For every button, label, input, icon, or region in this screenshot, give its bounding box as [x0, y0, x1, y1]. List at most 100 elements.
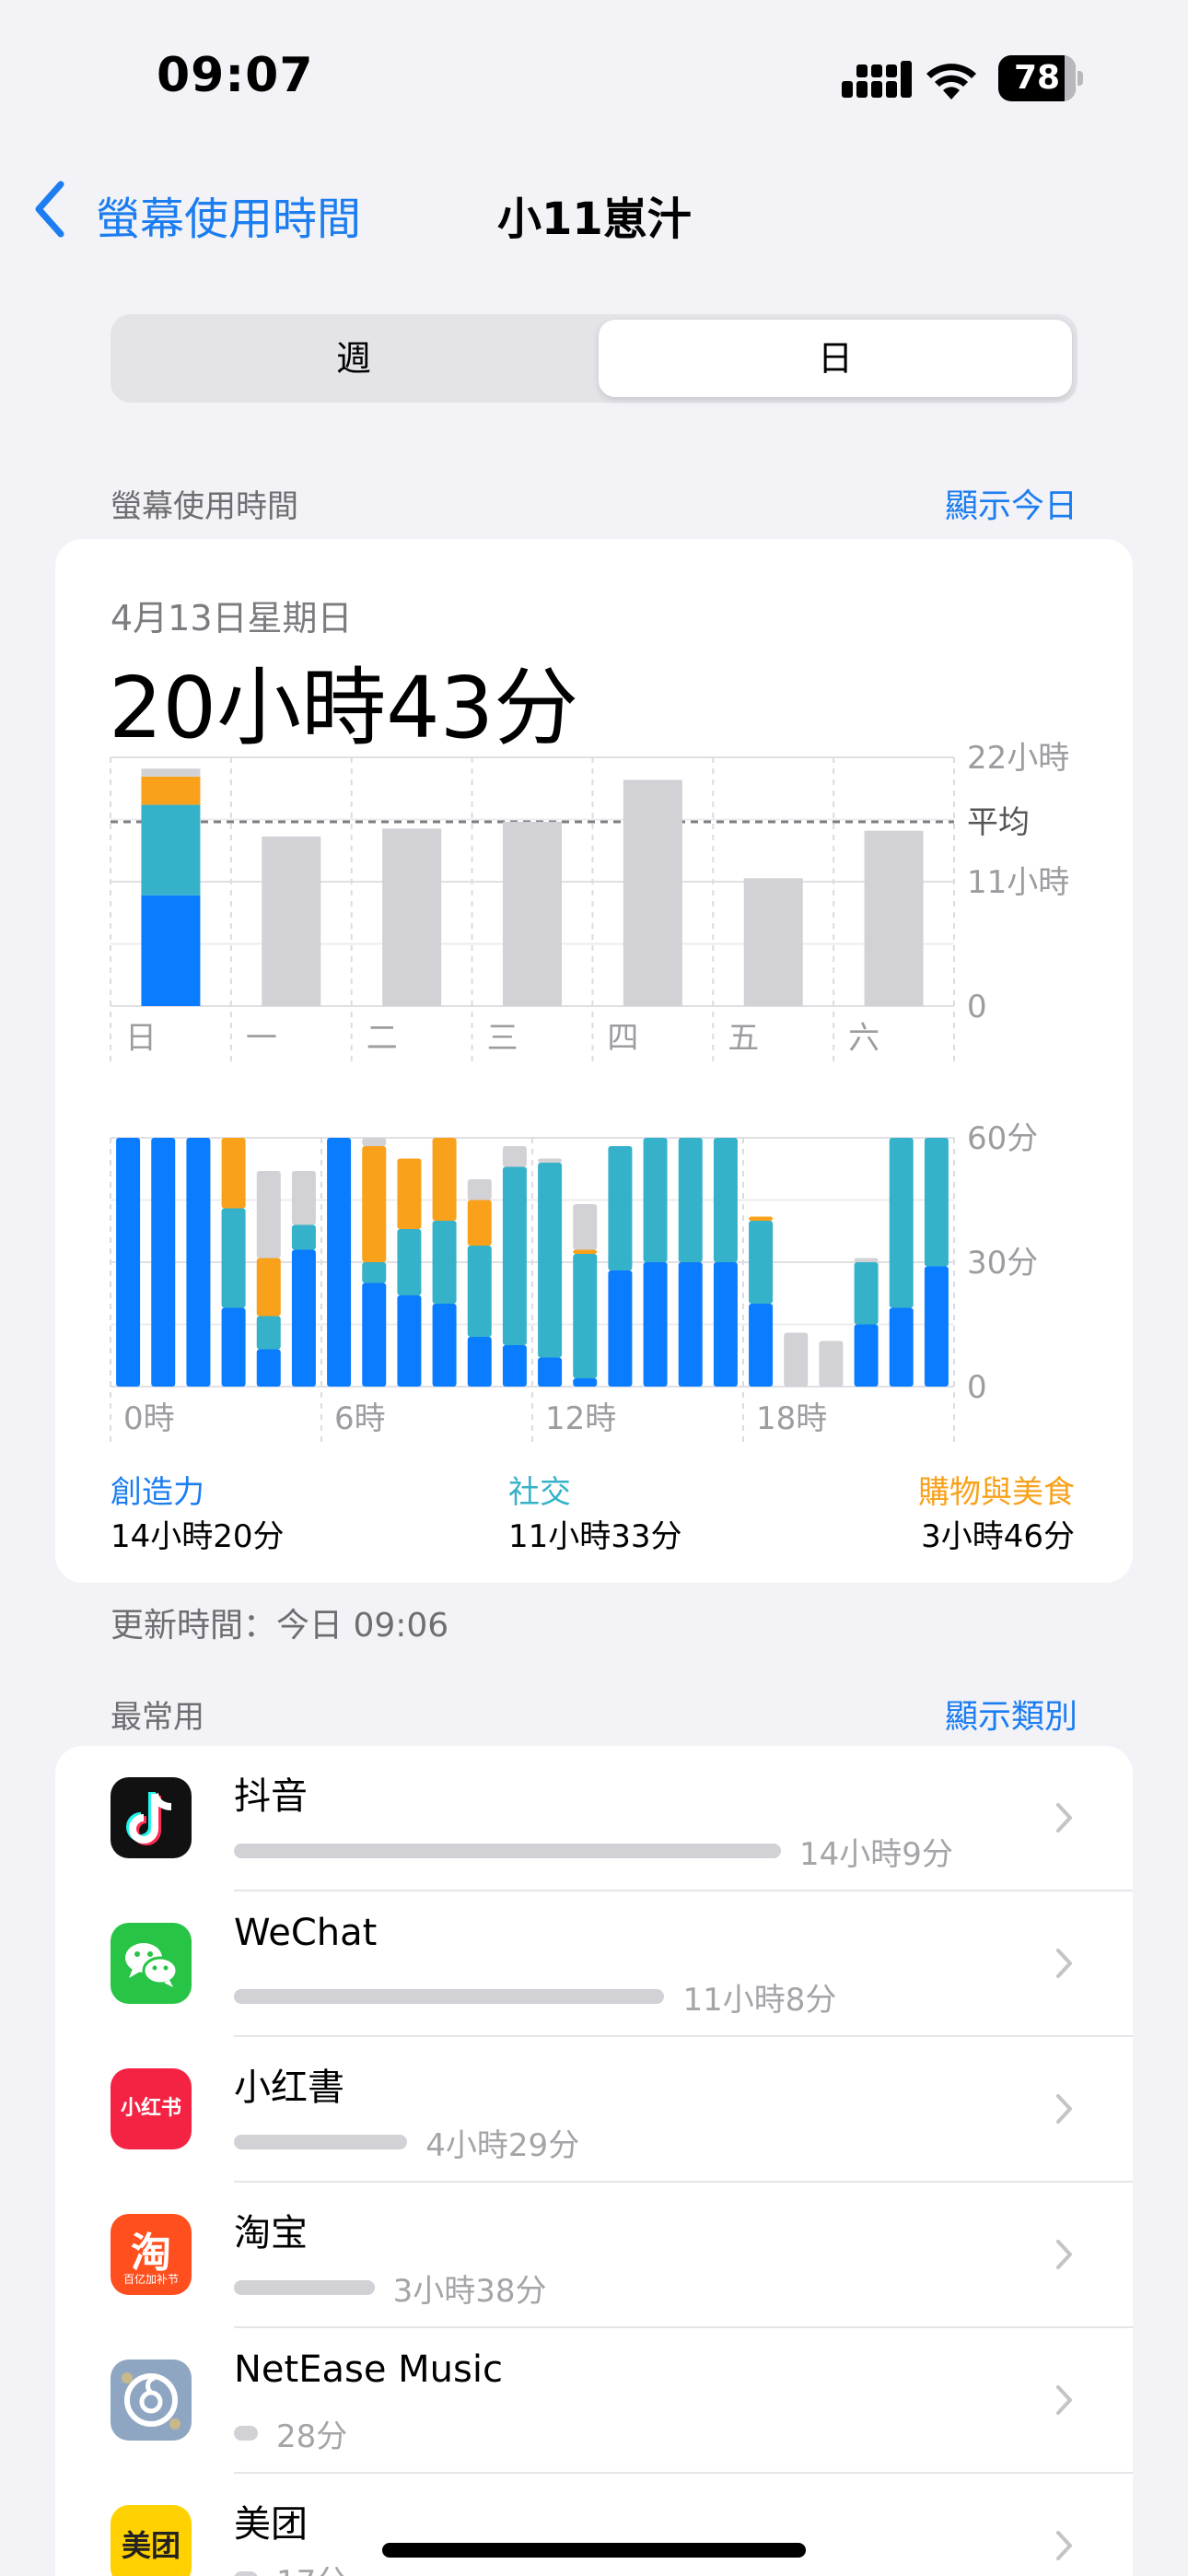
category-shopping-value: 3小時46分: [921, 1518, 1075, 1555]
hourly-bar: [397, 1158, 422, 1229]
hourly-bar: [256, 1258, 281, 1317]
hourly-bar: [573, 1204, 598, 1250]
app-duration: 17分: [276, 2557, 347, 2576]
hourly-bar: [854, 1324, 879, 1387]
chevron-right-icon: [1056, 1803, 1072, 1832]
app-name: 美团: [234, 2503, 308, 2546]
most-used-header: 最常用: [111, 1699, 204, 1736]
hourly-bar: [502, 1146, 527, 1167]
hourly-bar: [362, 1138, 387, 1146]
app-duration: 14小時9分: [799, 1836, 953, 1873]
hourly-bar: [362, 1262, 387, 1283]
app-row-netease-music[interactable]: NetEase Music 28分: [55, 2328, 1133, 2474]
hourly-bar: [713, 1262, 738, 1387]
wechat-icon: [111, 1923, 192, 2004]
hourly-bar: [221, 1138, 246, 1209]
hourly-bar: [467, 1337, 492, 1387]
xiaohongshu-logo-text: 小红书: [120, 2097, 181, 2120]
hourly-bar: [819, 1341, 844, 1387]
hourly-bar: [221, 1208, 246, 1308]
hourly-bar: [432, 1221, 457, 1304]
chevron-right-icon: [1056, 2531, 1072, 2560]
hourly-bar: [538, 1158, 563, 1163]
category-social-value: 11小時33分: [508, 1518, 682, 1555]
app-name: 淘宝: [234, 2212, 308, 2254]
show-categories-link[interactable]: 顯示類別: [945, 1690, 1077, 1738]
updated-time: 更新時間：今日 09:06: [111, 1607, 449, 1645]
chevron-right-icon: [1056, 2240, 1072, 2269]
app-row-wechat[interactable]: WeChat 11小時8分: [55, 1891, 1133, 2037]
hourly-bar: [327, 1138, 352, 1387]
hourly-bar: [502, 1345, 527, 1387]
hourly-bar: [291, 1224, 316, 1250]
most-used-list: 抖音 14小時9分 WeChat 11小時8分 小红书 小红書 4小時29分 淘…: [55, 1746, 1133, 2576]
hourly-bar: [467, 1246, 492, 1337]
hourly-bar: [397, 1295, 422, 1387]
hourly-bar: [467, 1179, 492, 1200]
xiaohongshu-icon: 小红书: [111, 2068, 192, 2149]
home-indicator[interactable]: [382, 2543, 806, 2558]
hourly-bar: [889, 1307, 914, 1387]
app-name: 抖音: [234, 1775, 308, 1818]
taobao-logo-subtext: 百亿加补节: [122, 2273, 179, 2286]
app-row-meituan[interactable]: 美团 美团 17分: [55, 2474, 1133, 2576]
chevron-right-icon: [1056, 1949, 1072, 1978]
taobao-logo-text: 淘: [131, 2230, 171, 2277]
app-row-xiaohongshu[interactable]: 小红书 小红書 4小時29分: [55, 2037, 1133, 2183]
chevron-right-icon: [1056, 2385, 1072, 2415]
hourly-bar: [397, 1229, 422, 1295]
hourly-bar: [291, 1249, 316, 1387]
y-tick-label: 60分: [967, 1120, 1038, 1157]
netease-music-icon: [111, 2359, 192, 2441]
usage-bar: [234, 1989, 665, 2004]
hourly-bar: [643, 1138, 668, 1262]
chevron-right-icon: [1056, 2094, 1072, 2124]
hourly-bar: [608, 1146, 633, 1270]
douyin-icon: [111, 1777, 192, 1858]
usage-bar: [234, 2426, 258, 2441]
meituan-icon: 美团: [111, 2505, 192, 2576]
app-row-douyin[interactable]: 抖音 14小時9分: [55, 1746, 1133, 1891]
usage-bar: [234, 2280, 375, 2295]
hourly-bar: [256, 1171, 281, 1259]
app-name: WeChat: [234, 1912, 378, 1954]
app-row-taobao[interactable]: 淘 百亿加补节 淘宝 3小時38分: [55, 2183, 1133, 2328]
hourly-bar: [467, 1200, 492, 1246]
hourly-bar: [151, 1138, 176, 1387]
hourly-bar: [256, 1349, 281, 1387]
hourly-bar: [432, 1304, 457, 1387]
hourly-bar: [362, 1146, 387, 1262]
app-duration: 4小時29分: [425, 2127, 580, 2164]
hourly-bar: [924, 1138, 949, 1267]
hourly-bar: [678, 1138, 703, 1262]
hourly-bar: [432, 1138, 457, 1221]
y-tick-label: 30分: [967, 1245, 1038, 1282]
hourly-bar: [784, 1332, 809, 1387]
hourly-bar: [538, 1163, 563, 1358]
hourly-bar: [573, 1249, 598, 1254]
category-social-label: 社交: [508, 1474, 571, 1511]
category-creativity-value: 14小時20分: [111, 1518, 285, 1555]
x-tick-label: 6時: [334, 1400, 386, 1437]
app-duration: 11小時8分: [682, 1982, 837, 2019]
x-tick-label: 0時: [123, 1400, 175, 1437]
x-tick-label: 12時: [545, 1400, 616, 1437]
hourly-bar: [749, 1216, 774, 1221]
app-name: NetEase Music: [234, 2348, 503, 2391]
hourly-bar: [186, 1138, 211, 1387]
usage-bar: [234, 2571, 258, 2576]
hourly-bar: [502, 1166, 527, 1345]
hourly-bar: [749, 1221, 774, 1304]
x-tick-label: 18時: [756, 1400, 827, 1437]
hourly-bar: [713, 1138, 738, 1262]
usage-bar: [234, 2135, 408, 2149]
hourly-bar: [256, 1316, 281, 1350]
hourly-bar: [608, 1270, 633, 1387]
hourly-bar: [678, 1262, 703, 1387]
hourly-bar: [643, 1262, 668, 1387]
hourly-bar: [573, 1378, 598, 1387]
app-duration: 3小時38分: [392, 2273, 547, 2310]
app-name: 小红書: [234, 2067, 344, 2109]
app-duration: 28分: [276, 2418, 348, 2455]
hourly-bar: [889, 1138, 914, 1308]
